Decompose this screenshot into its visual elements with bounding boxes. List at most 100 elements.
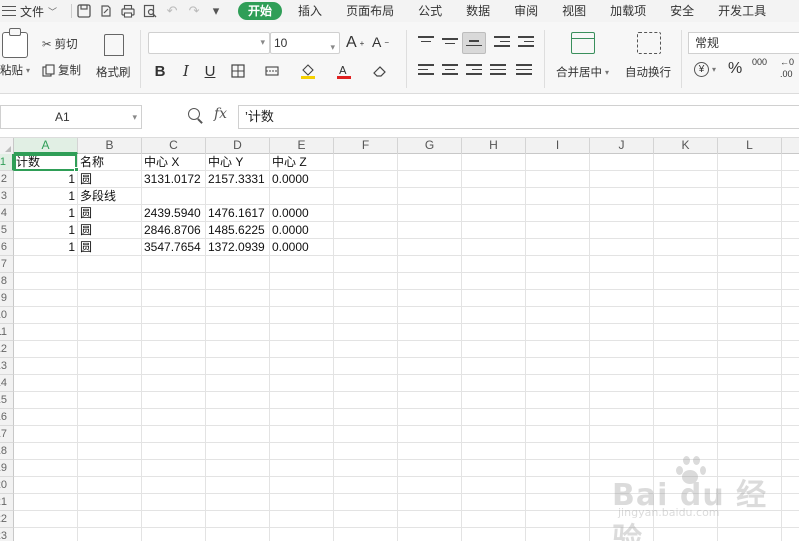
increase-decimal-button[interactable]: ←0 .00 (780, 58, 794, 79)
tab-page-layout[interactable]: 页面布局 (334, 0, 406, 22)
format-painter-button[interactable]: 格式刷 (96, 64, 131, 80)
cell-a4[interactable]: 1 (14, 205, 77, 222)
font-name-select[interactable]: ▾ (148, 32, 270, 54)
currency-button[interactable]: ¥ ▾ (694, 62, 716, 77)
column-header-b[interactable]: B (78, 138, 142, 154)
copy-button[interactable]: 复制 (42, 62, 81, 78)
file-menu[interactable]: 文件 (20, 3, 44, 20)
italic-button[interactable]: I (176, 60, 196, 82)
print-preview-icon[interactable] (142, 3, 158, 19)
row-header[interactable]: 14 (0, 375, 14, 392)
print-icon[interactable] (120, 3, 136, 19)
align-top-icon[interactable] (418, 36, 434, 50)
cell-d1[interactable]: 中心 Y (206, 154, 269, 171)
paste-icon[interactable] (2, 28, 28, 58)
zoom-search-icon[interactable] (188, 108, 204, 124)
row-header[interactable]: 18 (0, 443, 14, 460)
row-header[interactable]: 19 (0, 460, 14, 477)
tab-security[interactable]: 安全 (658, 0, 706, 22)
tab-home[interactable]: 开始 (238, 2, 283, 20)
cell-d6[interactable]: 1372.0939 (206, 239, 269, 256)
cell-b2[interactable]: 圆 (78, 171, 141, 188)
distributed-align-icon[interactable] (516, 64, 532, 78)
borders-button[interactable] (228, 60, 248, 82)
increase-indent-icon[interactable] (518, 36, 534, 50)
column-header-e[interactable]: E (270, 138, 334, 154)
cell-a2[interactable]: 1 (14, 171, 77, 188)
bold-button[interactable]: B (150, 60, 170, 82)
formula-input[interactable]: ’计数 (238, 105, 799, 129)
cut-button[interactable]: ✂ 剪切 (42, 36, 78, 52)
cell-e5[interactable]: 0.0000 (270, 222, 333, 239)
tab-insert[interactable]: 插入 (286, 0, 334, 22)
tab-formulas[interactable]: 公式 (406, 0, 454, 22)
chevron-down-icon[interactable]: ﹀ (48, 5, 57, 18)
tab-review[interactable]: 审阅 (502, 0, 550, 22)
column-header-k[interactable]: K (654, 138, 718, 154)
customize-toolbar-icon[interactable]: ▾ (208, 3, 224, 19)
merge-center-icon[interactable] (571, 32, 595, 54)
cell-b3[interactable]: 多段线 (78, 188, 141, 205)
column-header-f[interactable]: F (334, 138, 398, 154)
cell-b6[interactable]: 圆 (78, 239, 141, 256)
export-icon[interactable] (98, 3, 114, 19)
row-header[interactable]: 8 (0, 273, 14, 290)
decrease-indent-icon[interactable] (494, 36, 510, 50)
align-middle-icon[interactable] (442, 38, 458, 52)
row-header[interactable]: 11 (0, 324, 14, 341)
cell-a1[interactable]: 计数 (14, 154, 77, 171)
tab-addins[interactable]: 加载项 (598, 0, 658, 22)
row-header[interactable]: 3 (0, 188, 14, 205)
row-header[interactable]: 1 (0, 154, 14, 171)
hamburger-menu-icon[interactable] (2, 6, 16, 16)
row-header[interactable]: 13 (0, 358, 14, 375)
clear-format-button[interactable] (370, 60, 390, 82)
column-header-l[interactable]: L (718, 138, 782, 154)
row-header[interactable]: 15 (0, 392, 14, 409)
increase-font-button[interactable]: A + (346, 34, 364, 52)
cell-style-button[interactable] (262, 60, 282, 82)
row-header[interactable]: 9 (0, 290, 14, 307)
cell-c2[interactable]: 3131.0172 (142, 171, 205, 188)
cell-c4[interactable]: 2439.5940 (142, 205, 205, 222)
fill-handle[interactable] (74, 167, 79, 172)
row-header[interactable]: 6 (0, 239, 14, 256)
row-header[interactable]: 2 (0, 171, 14, 188)
name-box[interactable]: A1 ▾ (0, 105, 142, 129)
row-header[interactable]: 23 (0, 528, 14, 541)
font-size-select[interactable]: 10 ▾ (270, 32, 340, 54)
cell-b4[interactable]: 圆 (78, 205, 141, 222)
cell-e6[interactable]: 0.0000 (270, 239, 333, 256)
cell-a3[interactable]: 1 (14, 188, 77, 205)
font-color-button[interactable]: A (334, 60, 354, 82)
cell-d2[interactable]: 2157.3331 (206, 171, 269, 188)
fill-color-button[interactable] (298, 60, 318, 82)
select-all-corner[interactable] (0, 138, 14, 154)
column-header-g[interactable]: G (398, 138, 462, 154)
paste-button[interactable]: 粘贴 ▾ (0, 62, 30, 78)
cell-e3[interactable] (270, 188, 333, 205)
cell-a5[interactable]: 1 (14, 222, 77, 239)
justify-icon[interactable] (490, 64, 506, 78)
cell-c1[interactable]: 中心 X (142, 154, 205, 171)
cell-e4[interactable]: 0.0000 (270, 205, 333, 222)
cell-e2[interactable]: 0.0000 (270, 171, 333, 188)
column-header-a[interactable]: A (14, 138, 78, 154)
decrease-font-button[interactable]: A − (372, 34, 389, 50)
cell-c6[interactable]: 3547.7654 (142, 239, 205, 256)
column-header-j[interactable]: J (590, 138, 654, 154)
undo-icon[interactable]: ↶ (164, 3, 180, 19)
merge-center-button[interactable]: 合并居中 ▾ (556, 64, 609, 80)
row-header[interactable]: 17 (0, 426, 14, 443)
redo-icon[interactable]: ↷ (186, 3, 202, 19)
auto-wrap-button[interactable]: 自动换行 (625, 64, 671, 80)
save-icon[interactable] (76, 3, 92, 19)
thousands-separator-button[interactable]: 000 (752, 58, 767, 67)
cell-d3[interactable] (206, 188, 269, 205)
tab-data[interactable]: 数据 (454, 0, 502, 22)
row-header[interactable]: 7 (0, 256, 14, 273)
number-format-select[interactable]: 常规 (688, 32, 799, 54)
percent-button[interactable]: % (728, 60, 742, 78)
cell-a6[interactable]: 1 (14, 239, 77, 256)
cell-d4[interactable]: 1476.1617 (206, 205, 269, 222)
